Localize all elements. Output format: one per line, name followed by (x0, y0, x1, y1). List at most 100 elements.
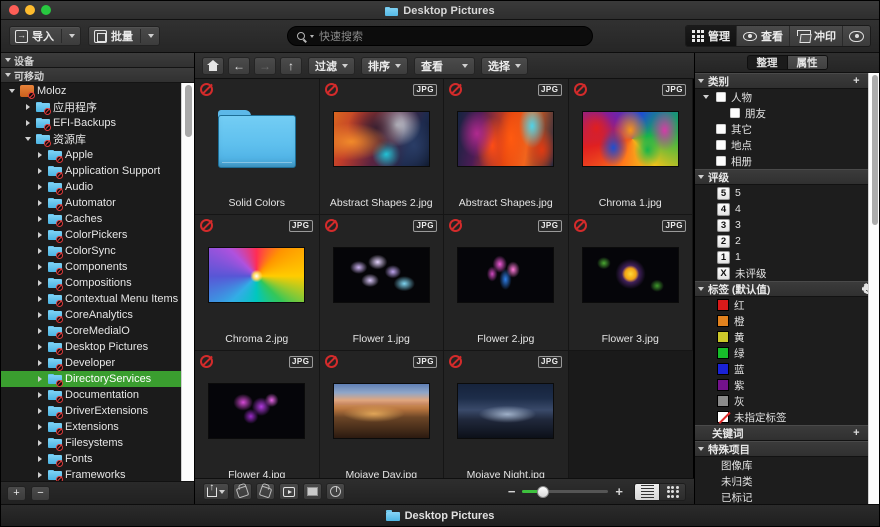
zoom-in-button[interactable]: + (615, 485, 623, 498)
disclosure-triangle-icon[interactable] (38, 200, 42, 206)
rating-box[interactable]: 3 (717, 218, 730, 232)
disclosure-triangle-icon[interactable] (38, 264, 42, 270)
sidebar-item-driverextensions[interactable]: DriverExtensions (1, 403, 194, 419)
label-item[interactable]: 蓝 (695, 361, 879, 377)
category-item[interactable]: 地点 (695, 137, 879, 153)
inspector-section-labels[interactable]: 标签 (默认值) (695, 281, 879, 297)
thumbnail-cell[interactable]: JPG Mojave Day.jpg (319, 351, 444, 478)
sidebar-item--[interactable]: 资源库 (1, 131, 194, 147)
sidebar-item-colorpickers[interactable]: ColorPickers (1, 227, 194, 243)
thumbnail-cell[interactable]: JPG Chroma 2.jpg (195, 215, 320, 351)
batch-button[interactable]: 批量 (88, 26, 160, 46)
sidebar-section-devices[interactable]: 设备 (1, 53, 194, 68)
sidebar-item-developer[interactable]: Developer (1, 355, 194, 371)
mode-preview-button[interactable] (843, 26, 870, 46)
rating-box[interactable]: 4 (717, 202, 730, 216)
grid-view-button[interactable] (660, 483, 685, 500)
disclosure-triangle-icon[interactable] (38, 248, 42, 254)
thumbnail-cell[interactable]: JPG Flower 1.jpg (319, 215, 444, 351)
mode-manage-button[interactable]: 管理 (686, 26, 737, 46)
sidebar-item-documentation[interactable]: Documentation (1, 387, 194, 403)
rating-box[interactable]: 2 (717, 234, 730, 248)
color-swatch[interactable] (717, 347, 729, 359)
sidebar-item--[interactable]: 应用程序 (1, 99, 194, 115)
sidebar-remove-button[interactable]: − (31, 485, 50, 501)
disclosure-triangle-icon[interactable] (38, 472, 42, 478)
disclosure-triangle-icon[interactable] (38, 392, 42, 398)
sidebar-item-colorsync[interactable]: ColorSync (1, 243, 194, 259)
chevron-down-icon[interactable] (310, 34, 314, 38)
disclosure-triangle-icon[interactable] (703, 95, 709, 99)
sidebar-item-audio[interactable]: Audio (1, 179, 194, 195)
sidebar-item-compositions[interactable]: Compositions (1, 275, 194, 291)
fullscreen-button[interactable] (303, 483, 322, 500)
disclosure-triangle-icon[interactable] (698, 175, 704, 179)
thumbnail-cell[interactable]: JPG Abstract Shapes.jpg (444, 79, 569, 215)
checkbox[interactable] (716, 140, 726, 150)
sidebar-item-frameworks[interactable]: Frameworks (1, 467, 194, 481)
sidebar-item-filesystems[interactable]: Filesystems (1, 435, 194, 451)
special-item[interactable]: 图像库 (695, 457, 879, 473)
sidebar-item-automator[interactable]: Automator (1, 195, 194, 211)
disclosure-triangle-icon[interactable] (9, 89, 15, 93)
inspector-scrollbar[interactable] (868, 73, 879, 504)
rating-box[interactable]: 1 (717, 250, 730, 264)
sidebar-item-application-support[interactable]: Application Support (1, 163, 194, 179)
rating-item[interactable]: X 未评级 (695, 265, 879, 281)
slideshow-button[interactable] (279, 483, 299, 500)
label-item[interactable]: 灰 (695, 393, 879, 409)
sidebar-item-components[interactable]: Components (1, 259, 194, 275)
zoom-out-button[interactable]: − (508, 485, 516, 498)
sidebar-item-caches[interactable]: Caches (1, 211, 194, 227)
rotate-left-button[interactable] (233, 483, 252, 500)
sidebar-scrollbar[interactable] (181, 83, 194, 481)
sidebar-item-desktop-pictures[interactable]: Desktop Pictures (1, 339, 194, 355)
rating-item[interactable]: 55 (695, 185, 879, 201)
home-button[interactable] (202, 56, 224, 75)
disclosure-triangle-icon[interactable] (38, 232, 42, 238)
category-item[interactable]: 人物 (695, 89, 879, 105)
disclosure-triangle-icon[interactable] (38, 424, 42, 430)
list-view-button[interactable] (635, 483, 660, 500)
filter-button[interactable]: 过滤 (308, 56, 355, 75)
checkbox[interactable] (716, 92, 726, 102)
color-swatch[interactable] (717, 299, 729, 311)
disclosure-triangle-icon[interactable] (38, 152, 42, 158)
label-item[interactable]: 黄 (695, 329, 879, 345)
inspector-section-category[interactable]: 类别+− (695, 73, 879, 89)
add-button[interactable]: + (853, 75, 859, 87)
inspector-section-rating[interactable]: 评级 (695, 169, 879, 185)
sidebar-item-volume[interactable]: Moloz (1, 83, 194, 99)
color-swatch[interactable] (717, 395, 729, 407)
search-field[interactable]: 快速搜索 (287, 26, 593, 46)
sidebar-item-coremedialo[interactable]: CoreMedialO (1, 323, 194, 339)
thumbnail-cell[interactable]: JPG Flower 2.jpg (444, 215, 569, 351)
add-button[interactable]: + (853, 427, 859, 439)
zoom-slider-knob[interactable] (537, 485, 550, 498)
thumbnail-cell[interactable]: JPG Mojave Night.jpg (444, 351, 569, 478)
disclosure-triangle-icon[interactable] (698, 79, 704, 83)
disclosure-triangle-icon[interactable] (26, 120, 30, 126)
disclosure-triangle-icon[interactable] (38, 360, 42, 366)
share-button[interactable] (203, 483, 229, 500)
mode-print-button[interactable]: 冲印 (790, 26, 843, 46)
back-button[interactable]: ← (228, 56, 250, 75)
sidebar-item-efi-backups[interactable]: EFI-Backups (1, 115, 194, 131)
special-item[interactable]: 未归类 (695, 473, 879, 489)
maximize-button[interactable] (41, 5, 51, 15)
minimize-button[interactable] (25, 5, 35, 15)
color-swatch[interactable] (717, 379, 729, 391)
sidebar-item-apple[interactable]: Apple (1, 147, 194, 163)
disclosure-triangle-icon[interactable] (5, 58, 11, 62)
sort-button[interactable]: 排序 (361, 56, 408, 75)
sidebar-item-fonts[interactable]: Fonts (1, 451, 194, 467)
category-item[interactable]: 朋友 (695, 105, 879, 121)
rating-box[interactable]: X (717, 266, 730, 280)
label-item[interactable]: 未指定标签 (695, 409, 879, 425)
rating-item[interactable]: 11 (695, 249, 879, 265)
checkbox[interactable] (716, 156, 726, 166)
checkbox[interactable] (716, 124, 726, 134)
category-item[interactable]: 其它 (695, 121, 879, 137)
sidebar-add-button[interactable]: + (7, 485, 26, 501)
up-button[interactable]: ↑ (280, 56, 302, 75)
